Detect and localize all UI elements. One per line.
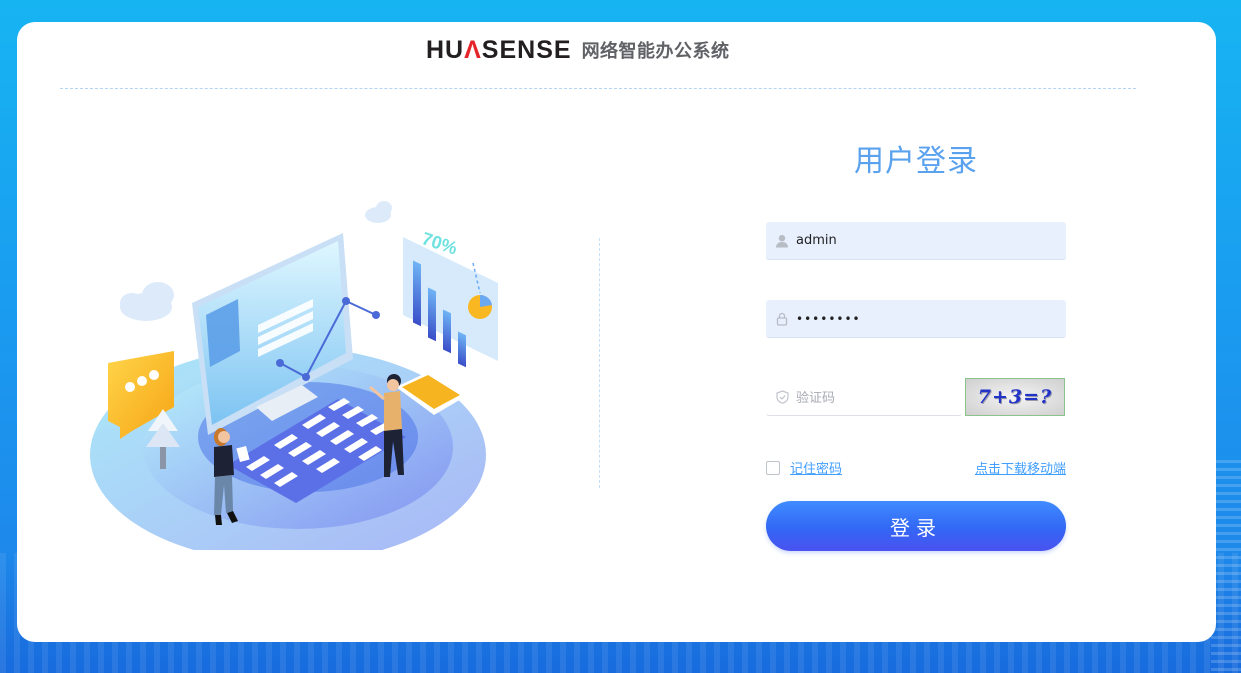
remember-label[interactable]: 记住密码 bbox=[790, 458, 842, 477]
system-name: 网络智能办公系统 bbox=[581, 41, 730, 62]
bar-chart-icon: 70% bbox=[403, 228, 498, 368]
username-field[interactable]: admin bbox=[766, 222, 1066, 260]
download-mobile-link[interactable]: 点击下载移动端 bbox=[966, 458, 1066, 477]
shield-icon bbox=[768, 389, 796, 404]
brand-logo-right: SENSE bbox=[481, 35, 572, 64]
captcha-image[interactable]: 7+3=? bbox=[965, 378, 1065, 416]
username-value[interactable]: admin bbox=[796, 233, 837, 248]
lock-icon bbox=[768, 312, 796, 326]
brand-logo-left: HU bbox=[426, 35, 465, 64]
header-divider bbox=[60, 88, 1136, 89]
brand-logo-mark: Λ bbox=[464, 35, 482, 64]
password-field[interactable]: •••••••• bbox=[766, 300, 1066, 338]
login-button[interactable]: 登录 bbox=[766, 501, 1066, 551]
hero-illustration: 70% bbox=[90, 201, 498, 550]
cloud-icon bbox=[120, 282, 174, 321]
captcha-placeholder: 验证码 bbox=[796, 391, 836, 406]
brand-header: HUΛSENSE 网络智能办公系统 bbox=[426, 34, 730, 66]
login-title: 用户登录 bbox=[854, 144, 978, 179]
brand-logo: HUΛSENSE bbox=[426, 36, 572, 65]
cloud-small-icon bbox=[365, 201, 392, 223]
captcha-field[interactable]: 验证码 bbox=[766, 378, 962, 416]
remember-password[interactable]: 记住密码 bbox=[766, 458, 842, 477]
user-icon bbox=[768, 234, 796, 248]
password-value[interactable]: •••••••• bbox=[796, 312, 861, 326]
panel-divider bbox=[599, 238, 600, 488]
remember-checkbox[interactable] bbox=[766, 460, 780, 475]
